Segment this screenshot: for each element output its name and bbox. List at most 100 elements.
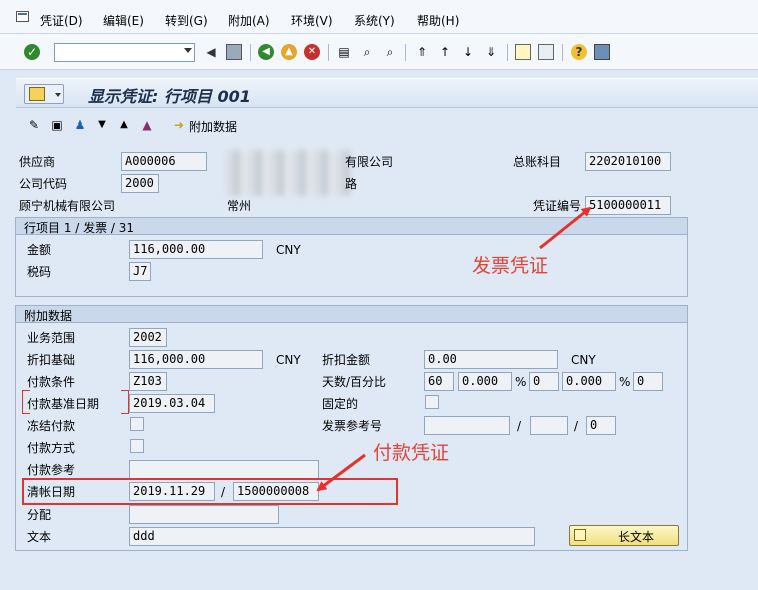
find-next-icon[interactable]: ⌕: [382, 44, 398, 60]
enter-icon[interactable]: ✓: [24, 44, 40, 60]
next-page-icon[interactable]: ↓: [460, 44, 476, 60]
gl-account-field[interactable]: 2202010100: [585, 152, 671, 171]
percent-1-field[interactable]: 0.000: [458, 372, 512, 391]
invoice-reference-separator: /: [574, 419, 579, 433]
toolbar-separator: [328, 44, 329, 61]
menu-extras[interactable]: 附加(A): [228, 12, 270, 29]
additional-data-icon[interactable]: ➜: [171, 117, 187, 133]
discount-amount-field[interactable]: 0.00: [424, 350, 558, 369]
days-1-field[interactable]: 60: [424, 372, 454, 391]
invoice-reference-label: 发票参考号: [322, 419, 383, 433]
overview-icon[interactable]: ▣: [49, 117, 65, 133]
vendor-icon[interactable]: ♟: [72, 117, 88, 133]
menu-system[interactable]: 系统(Y): [354, 12, 395, 29]
line-item-group-header: 行项目 1 / 发票 / 31: [16, 218, 687, 235]
help-icon[interactable]: ?: [571, 44, 587, 60]
window-menu-icon[interactable]: [16, 11, 29, 22]
tax-code-field[interactable]: J7: [129, 262, 151, 281]
chevron-down-icon: [55, 93, 61, 97]
command-dropdown-icon[interactable]: [184, 48, 192, 53]
shortcut-icon[interactable]: [538, 44, 554, 60]
print-icon[interactable]: ▤: [336, 44, 352, 60]
vendor-city: 常州: [227, 199, 252, 213]
baseline-date-label: 付款基准日期: [27, 397, 100, 411]
command-field[interactable]: [54, 43, 195, 62]
toolbar-separator: [405, 44, 406, 61]
gl-account-label: 总账科目: [513, 155, 562, 169]
company-code-field[interactable]: 2000: [121, 174, 159, 193]
vendor-street-partial: 路: [345, 177, 358, 191]
payment-reference-label: 付款参考: [27, 463, 76, 477]
first-page-icon[interactable]: ⇑: [414, 44, 430, 60]
discount-amount-label: 折扣金额: [322, 353, 371, 367]
layout-icon[interactable]: [594, 44, 610, 60]
additional-data-button[interactable]: 附加数据: [189, 118, 237, 135]
new-session-icon[interactable]: [515, 44, 531, 60]
toolbar-separator: [562, 44, 563, 61]
discount-base-currency: CNY: [276, 353, 301, 367]
menu-edit[interactable]: 编辑(E): [103, 12, 144, 29]
payment-terms-field[interactable]: Z103: [129, 372, 167, 391]
payment-document-annotation: 付款凭证: [373, 442, 450, 464]
save-icon[interactable]: [226, 44, 242, 60]
title-bar: 显示凭证: 行项目 001: [16, 78, 758, 108]
invoice-reference-item-field[interactable]: 0: [586, 416, 616, 435]
menu-document[interactable]: 凭证(D): [40, 12, 83, 29]
toolbar-separator: [507, 44, 508, 61]
payment-block-field[interactable]: [130, 417, 144, 431]
percent-2-field[interactable]: 0.000: [562, 372, 616, 391]
menu-help[interactable]: 帮助(H): [417, 12, 459, 29]
days-percent-label: 天数/百分比: [322, 375, 387, 389]
exit-icon[interactable]: ▲: [281, 44, 297, 60]
cancel-icon[interactable]: ✕: [304, 44, 320, 60]
tax-code-label: 税码: [27, 265, 52, 279]
baseline-date-field[interactable]: 2019.03.04: [129, 394, 215, 413]
find-icon[interactable]: ⌕: [359, 44, 375, 60]
business-area-label: 业务范围: [27, 331, 76, 345]
document-number-field[interactable]: 5100000011: [585, 196, 671, 215]
invoice-reference-doc-field[interactable]: [424, 416, 510, 435]
menu-goto[interactable]: 转到(G): [165, 12, 208, 29]
discount-base-label: 折扣基础: [27, 353, 76, 367]
baseline-date-marker: [121, 390, 129, 414]
fixed-checkbox[interactable]: [425, 395, 439, 409]
text-field[interactable]: ddd: [129, 527, 535, 546]
payment-method-field[interactable]: [130, 439, 144, 453]
company-code-label: 公司代码: [19, 177, 68, 191]
assignment-field[interactable]: [129, 505, 279, 524]
payment-reference-field[interactable]: [129, 460, 319, 479]
additional-data-group-title: 附加数据: [24, 309, 73, 323]
vendor-field[interactable]: A000006: [121, 152, 207, 171]
collapse-left-icon[interactable]: ◀: [203, 44, 219, 60]
document-number-label: 凭证编号: [533, 199, 582, 213]
toolbar-separator: [250, 44, 251, 61]
payment-block-label: 冻结付款: [27, 419, 76, 433]
page-title: 显示凭证: 行项目 001: [88, 87, 251, 106]
next-item-icon[interactable]: ▼: [94, 117, 110, 133]
clearing-highlight-box: [22, 478, 398, 505]
screen-menu-button[interactable]: [24, 84, 64, 104]
assignment-label: 分配: [27, 508, 52, 522]
payment-terms-label: 付款条件: [27, 375, 76, 389]
vendor-name: 顾宁机械有限公司: [19, 199, 116, 213]
invoice-reference-year-field[interactable]: [530, 416, 568, 435]
screen-menu-icon: [29, 87, 45, 101]
days-2-field[interactable]: 0: [529, 372, 559, 391]
days-3-field[interactable]: 0: [633, 372, 663, 391]
application-toolbar: ✎ ▣ ♟ ▼ ▲ ▲ ➜ 附加数据: [16, 110, 758, 140]
long-text-button[interactable]: 长文本: [569, 525, 679, 546]
last-page-icon[interactable]: ⇓: [483, 44, 499, 60]
display-change-icon[interactable]: ✎: [26, 117, 42, 133]
document-icon[interactable]: ▲: [139, 117, 155, 133]
back-icon[interactable]: ◀: [258, 44, 274, 60]
menu-environment[interactable]: 环境(V): [291, 12, 333, 29]
long-text-icon: [574, 529, 586, 541]
business-area-field[interactable]: 2002: [129, 328, 167, 347]
additional-data-group-header: 附加数据: [16, 306, 687, 323]
menu-bar: 凭证(D) 编辑(E) 转到(G) 附加(A) 环境(V) 系统(Y) 帮助(H…: [0, 0, 758, 34]
vendor-label: 供应商: [19, 155, 56, 169]
discount-base-field[interactable]: 116,000.00: [129, 350, 263, 369]
previous-item-icon[interactable]: ▲: [116, 117, 132, 133]
amount-field[interactable]: 116,000.00: [129, 240, 263, 259]
previous-page-icon[interactable]: ↑: [437, 44, 453, 60]
